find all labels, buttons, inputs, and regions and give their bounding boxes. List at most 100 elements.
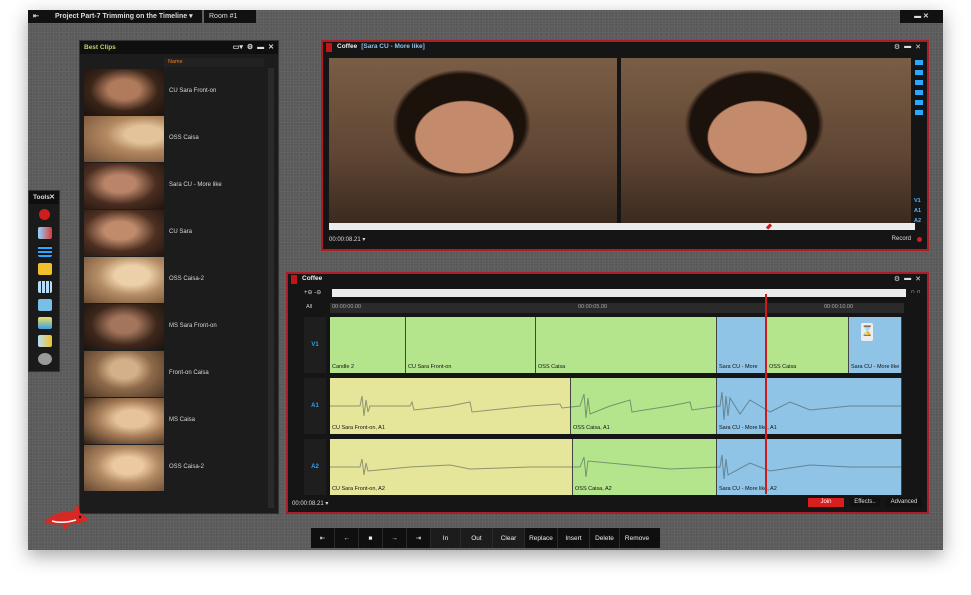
timeline-scrub-bar[interactable] bbox=[332, 289, 906, 297]
users-tool-icon[interactable] bbox=[38, 353, 52, 365]
clip-icon[interactable] bbox=[915, 80, 923, 85]
editor-app: ⇤ Project Part-7 Trimming on the Timelin… bbox=[28, 10, 943, 550]
export-tool-icon[interactable] bbox=[38, 335, 52, 347]
ruler-tick: 00:00:00.00 bbox=[332, 304, 362, 310]
out-button[interactable]: Out bbox=[461, 528, 493, 548]
top-bar: ⇤ Project Part-7 Trimming on the Timelin… bbox=[28, 10, 943, 24]
timeline-tool-icon[interactable] bbox=[38, 245, 52, 257]
clip-thumbnail bbox=[84, 163, 164, 209]
clip-item[interactable]: MS Caisa bbox=[84, 398, 264, 445]
insert-tool-icon[interactable] bbox=[38, 227, 52, 239]
skip-start-icon[interactable]: ⇤ bbox=[311, 528, 335, 548]
viewer-scrub-bar[interactable] bbox=[329, 223, 915, 230]
clear-button[interactable]: Clear bbox=[493, 528, 525, 548]
audio-icon[interactable] bbox=[915, 100, 923, 105]
timeline-clip[interactable]: CU Sara Front-on bbox=[406, 317, 536, 373]
timeline-clip[interactable]: OSS Caisa bbox=[536, 317, 717, 373]
minimize-icon[interactable]: ▬ bbox=[257, 41, 264, 54]
track-header-a1[interactable]: A1 bbox=[304, 378, 326, 434]
timeline-playhead[interactable] bbox=[765, 294, 767, 494]
folder-icon[interactable] bbox=[915, 60, 923, 65]
advanced-button[interactable]: Advanced bbox=[886, 498, 922, 507]
window-controls[interactable]: ▬ ✕ bbox=[900, 10, 943, 23]
minimize-icon[interactable]: ▬ bbox=[904, 275, 911, 283]
clip-item[interactable]: OSS Caisa-2 bbox=[84, 257, 264, 304]
list-icon[interactable] bbox=[915, 70, 923, 75]
view-menu-icon[interactable]: ▭▾ bbox=[233, 41, 243, 54]
source-monitor[interactable] bbox=[329, 58, 617, 223]
all-tracks-label[interactable]: All bbox=[306, 304, 312, 310]
zoom-controls[interactable]: +⊖ -⊖ bbox=[304, 289, 321, 296]
track-a2: CU Sara Front-on, A2 OSS Caisa, A2 Sara … bbox=[330, 439, 902, 495]
clip-item[interactable]: MS Sara Front-on bbox=[84, 304, 264, 351]
track-toggle-a1[interactable]: A1 bbox=[914, 208, 921, 214]
join-button[interactable]: Join bbox=[808, 498, 844, 507]
viewer-timecode[interactable]: 00:00:08.21 ▾ bbox=[329, 236, 365, 243]
snap-icons[interactable]: ∩ ∩ bbox=[911, 289, 921, 295]
track-header-a2[interactable]: A2 bbox=[304, 439, 326, 495]
waveform-a2 bbox=[330, 454, 902, 480]
gear-icon[interactable]: ⚙ bbox=[894, 43, 900, 51]
track-header-v1[interactable]: V1 bbox=[304, 317, 326, 373]
remove-button[interactable]: Remove bbox=[620, 528, 654, 548]
insert-button[interactable]: Insert bbox=[558, 528, 590, 548]
replace-button[interactable]: Replace bbox=[525, 528, 558, 548]
clip-item[interactable]: Front-on Caisa bbox=[84, 351, 264, 398]
clip-item[interactable]: CU Sara bbox=[84, 210, 264, 257]
timeline-timecode[interactable]: 00:00:08.21 ▾ bbox=[292, 500, 328, 507]
record-icon[interactable] bbox=[39, 209, 50, 220]
gear-icon[interactable]: ⚙ bbox=[894, 275, 900, 283]
timeline-clip[interactable]: ⌛ Sara CU - More like bbox=[849, 317, 902, 373]
viewer-marker-icon bbox=[326, 43, 332, 52]
ruler-tick: 00:00:10.00 bbox=[824, 304, 854, 310]
export-icon[interactable] bbox=[915, 110, 923, 115]
tools-panel: Tools ✕ bbox=[28, 190, 60, 372]
step-forward-icon[interactable]: → bbox=[383, 528, 407, 548]
timeline-ruler[interactable]: 00:00:00.00 00:00:05.00 00:00:10.00 bbox=[330, 303, 904, 313]
close-icon[interactable]: ✕ bbox=[268, 41, 274, 54]
box-tool-icon[interactable] bbox=[38, 299, 52, 311]
room-label[interactable]: Room #1 bbox=[204, 10, 256, 23]
timeline-title: Coffee bbox=[302, 275, 323, 282]
close-icon[interactable]: ✕ bbox=[915, 275, 921, 283]
record-monitor[interactable] bbox=[621, 58, 911, 223]
close-icon[interactable]: ✕ bbox=[915, 43, 921, 51]
timeline-panel: Coffee ⚙ ▬ ✕ +⊖ -⊖ ∩ ∩ All 00:00:00.00 00:… bbox=[286, 272, 929, 514]
clip-item[interactable]: OSS Caisa-2 bbox=[84, 445, 264, 492]
timeline-clip[interactable]: Candle 2 bbox=[330, 317, 406, 373]
bin-scrollbar[interactable] bbox=[268, 68, 274, 508]
column-header-name[interactable]: Name bbox=[164, 58, 264, 67]
effects-button[interactable]: Effects.. bbox=[850, 498, 880, 507]
timeline-clip[interactable]: OSS Caisa bbox=[767, 317, 849, 373]
close-icon[interactable]: ✕ bbox=[49, 191, 55, 204]
clip-tool-icon[interactable] bbox=[38, 263, 52, 275]
delete-button[interactable]: Delete bbox=[590, 528, 620, 548]
clip-item[interactable]: Sara CU - More like bbox=[84, 163, 264, 210]
timeline-clip[interactable]: Sara CU - More bbox=[717, 317, 767, 373]
track-toggle-a2[interactable]: A2 bbox=[914, 218, 921, 224]
clip-thumbnail bbox=[84, 257, 164, 303]
step-back-icon[interactable]: ← bbox=[335, 528, 359, 548]
record-label[interactable]: Record bbox=[892, 236, 911, 242]
viewer-clip-name: [Sara CU - More like] bbox=[361, 43, 425, 50]
project-title[interactable]: Project Part-7 Trimming on the Timeline … bbox=[50, 10, 202, 23]
clip-item[interactable]: OSS Caisa bbox=[84, 116, 264, 163]
transport-bar: ⇤ ← ■ → ⇥ In Out Clear Replace Insert De… bbox=[311, 528, 660, 548]
in-button[interactable]: In bbox=[431, 528, 461, 548]
clip-thumbnail bbox=[84, 398, 164, 444]
stop-icon[interactable]: ■ bbox=[359, 528, 383, 548]
grid-tool-icon[interactable] bbox=[38, 281, 52, 293]
clip-thumbnail bbox=[84, 304, 164, 350]
menu-icon[interactable]: ⇤ bbox=[28, 10, 50, 23]
skip-end-icon[interactable]: ⇥ bbox=[407, 528, 431, 548]
clip-item[interactable]: CU Sara Front-on bbox=[84, 69, 264, 116]
viewer-playhead[interactable] bbox=[765, 223, 773, 230]
scissors-icon[interactable] bbox=[915, 90, 923, 95]
minimize-icon[interactable]: ▬ bbox=[904, 43, 911, 51]
track-toggle-v1[interactable]: V1 bbox=[914, 198, 921, 204]
record-icon[interactable] bbox=[917, 237, 922, 242]
effect-tool-icon[interactable] bbox=[38, 317, 52, 329]
gear-icon[interactable]: ⚙ bbox=[247, 41, 253, 54]
bin-title: Best Clips ▭▾ ⚙ ▬ ✕ bbox=[80, 41, 278, 54]
clip-thumbnail bbox=[84, 210, 164, 256]
